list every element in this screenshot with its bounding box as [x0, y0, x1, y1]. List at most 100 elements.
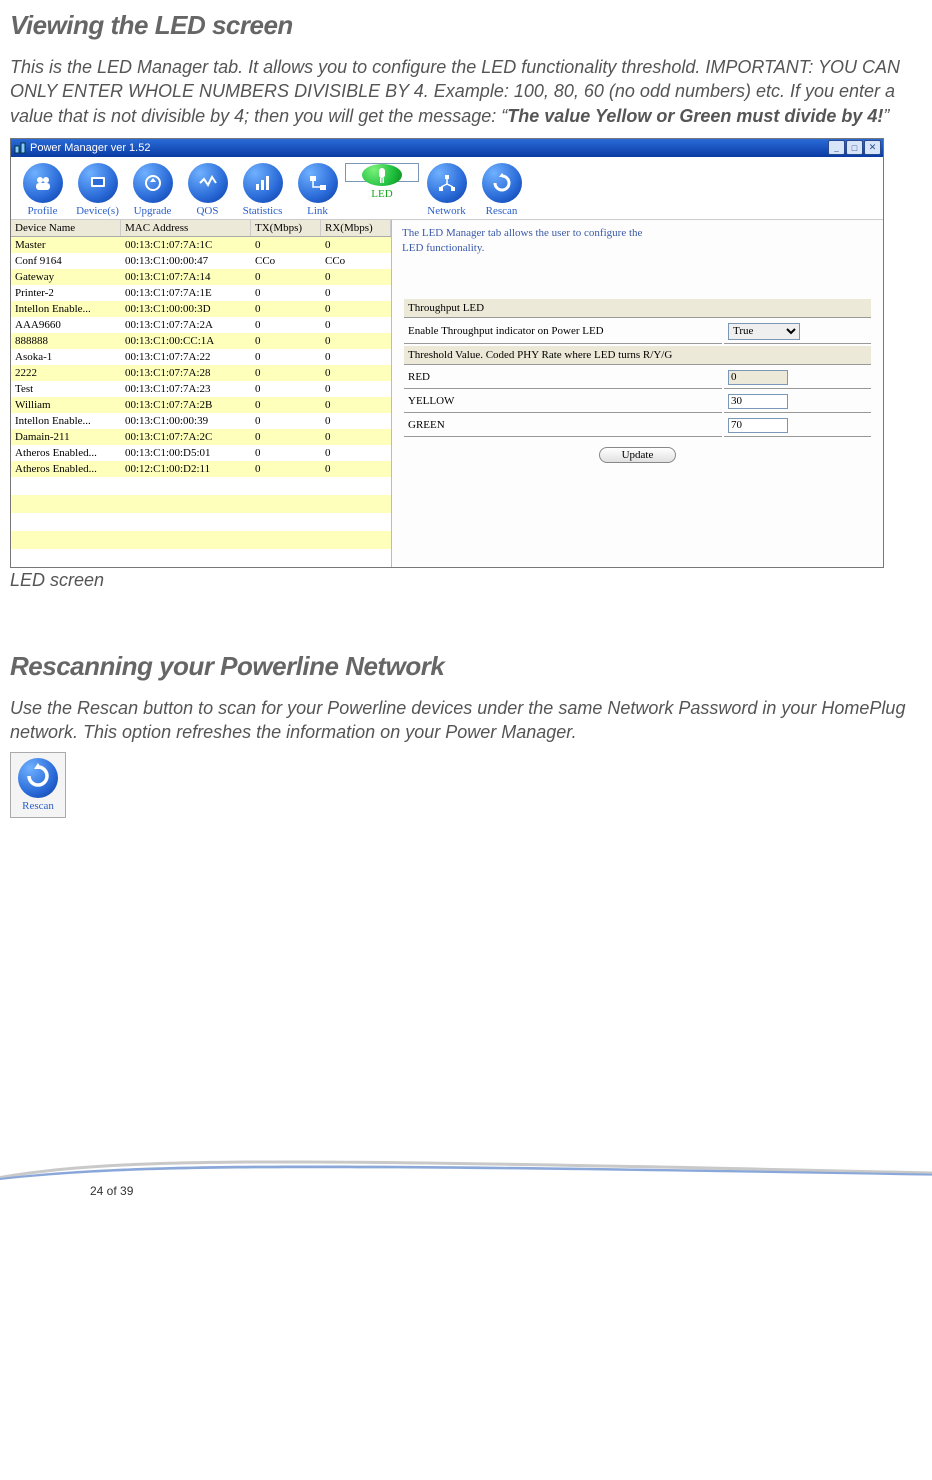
tab-upgrade[interactable]: Upgrade [125, 163, 180, 217]
tab-devices[interactable]: Device(s) [70, 163, 125, 217]
link-icon [307, 172, 329, 194]
para-rescan-c: button to scan for your Powerline device… [10, 698, 905, 742]
cell-name: AAA9660 [11, 317, 121, 333]
window-maximize-button[interactable]: □ [846, 140, 863, 155]
red-label: RED [404, 367, 722, 389]
tab-network[interactable]: Network [419, 163, 474, 217]
update-button[interactable]: Update [599, 447, 677, 463]
cell-name: Conf 9164 [11, 253, 121, 269]
table-row[interactable]: 222200:13:C1:07:7A:2800 [11, 365, 391, 381]
cell-tx: 0 [251, 381, 321, 397]
table-row[interactable]: Intellon Enable...00:13:C1:00:00:3900 [11, 413, 391, 429]
table-row[interactable]: Damain-21100:13:C1:07:7A:2C00 [11, 429, 391, 445]
table-row[interactable]: Atheros Enabled...00:12:C1:00:D2:1100 [11, 461, 391, 477]
cell-rx: 0 [321, 397, 391, 413]
table-row[interactable]: Asoka-100:13:C1:07:7A:2200 [11, 349, 391, 365]
toolbar: Profile Device(s) Upgrade QOS Statistics [11, 157, 883, 220]
col-header-tx[interactable]: TX(Mbps) [251, 220, 321, 236]
info-text: The LED Manager tab allows the user to c… [402, 226, 662, 257]
cell-tx: 0 [251, 349, 321, 365]
table-row[interactable]: Atheros Enabled...00:13:C1:00:D5:0100 [11, 445, 391, 461]
table-row[interactable]: Gateway00:13:C1:07:7A:1400 [11, 269, 391, 285]
para-led-intro: This is the LED Manager tab. It allows y… [10, 55, 922, 128]
table-row[interactable]: Printer-200:13:C1:07:7A:1E00 [11, 285, 391, 301]
window-minimize-button[interactable]: _ [828, 140, 845, 155]
cell-tx: 0 [251, 237, 321, 253]
tab-led[interactable]: LED [345, 163, 419, 182]
cell-tx: 0 [251, 365, 321, 381]
screenshot-led-manager: Power Manager ver 1.52 _ □ ✕ Profile Dev… [10, 138, 884, 568]
table-row[interactable]: Intellon Enable...00:13:C1:00:00:3D00 [11, 301, 391, 317]
col-header-name[interactable]: Device Name [11, 220, 121, 236]
tab-rescan[interactable]: Rescan [474, 163, 529, 217]
rescan-icon [491, 172, 513, 194]
tab-label: Upgrade [134, 205, 172, 217]
window-title: Power Manager ver 1.52 [30, 142, 828, 154]
table-row[interactable]: 88888800:13:C1:00:CC:1A00 [11, 333, 391, 349]
page-footer: 24 of 39 [10, 1158, 922, 1198]
table-row[interactable]: Master00:13:C1:07:7A:1C00 [11, 237, 391, 253]
cell-name: Printer-2 [11, 285, 121, 301]
qos-icon [197, 172, 219, 194]
cell-mac: 00:13:C1:07:7A:1C [121, 237, 251, 253]
cell-tx: CCo [251, 253, 321, 269]
table-row[interactable]: Test00:13:C1:07:7A:2300 [11, 381, 391, 397]
tab-label: Device(s) [76, 205, 119, 217]
table-row-blank [11, 495, 391, 513]
window-titlebar: Power Manager ver 1.52 _ □ ✕ [11, 139, 883, 157]
tab-label: LED [371, 188, 392, 200]
network-icon [436, 172, 458, 194]
para-led-intro-text-c: ” [883, 106, 889, 126]
tab-label: Network [427, 205, 466, 217]
cell-rx: 0 [321, 285, 391, 301]
cell-tx: 0 [251, 445, 321, 461]
figure-rescan-button: Rescan [10, 752, 66, 818]
tab-link[interactable]: Link [290, 163, 345, 217]
cell-tx: 0 [251, 333, 321, 349]
cell-mac: 00:13:C1:07:7A:1E [121, 285, 251, 301]
section-threshold: Threshold Value. Coded PHY Rate where LE… [404, 346, 871, 365]
cell-mac: 00:13:C1:00:00:39 [121, 413, 251, 429]
tab-profile[interactable]: Profile [15, 163, 70, 217]
table-row[interactable]: William00:13:C1:07:7A:2B00 [11, 397, 391, 413]
cell-name: Asoka-1 [11, 349, 121, 365]
cell-mac: 00:13:C1:00:00:47 [121, 253, 251, 269]
enable-throughput-select[interactable]: True [728, 323, 800, 340]
stats-icon [252, 172, 274, 194]
cell-rx: 0 [321, 429, 391, 445]
page-number: 24 of 39 [90, 1184, 133, 1198]
tab-statistics[interactable]: Statistics [235, 163, 290, 217]
green-label: GREEN [404, 415, 722, 437]
cell-mac: 00:13:C1:07:7A:2C [121, 429, 251, 445]
cell-mac: 00:13:C1:00:D5:01 [121, 445, 251, 461]
table-row[interactable]: AAA966000:13:C1:07:7A:2A00 [11, 317, 391, 333]
rescan-icon [25, 763, 51, 794]
cell-rx: 0 [321, 381, 391, 397]
cell-mac: 00:12:C1:00:D2:11 [121, 461, 251, 477]
cell-rx: 0 [321, 413, 391, 429]
rescan-button-graphic[interactable] [18, 758, 58, 798]
app-icon [13, 141, 27, 155]
green-input[interactable] [728, 418, 788, 433]
cell-rx: 0 [321, 333, 391, 349]
cell-name: 888888 [11, 333, 121, 349]
window-close-button[interactable]: ✕ [864, 140, 881, 155]
cell-rx: 0 [321, 269, 391, 285]
cell-tx: 0 [251, 301, 321, 317]
red-input[interactable] [728, 370, 788, 385]
tab-qos[interactable]: QOS [180, 163, 235, 217]
para-rescan-btnname: Rescan [77, 698, 138, 718]
yellow-input[interactable] [728, 394, 788, 409]
table-row-blank [11, 513, 391, 531]
heading-rescanning: Rescanning your Powerline Network [10, 651, 922, 682]
cell-mac: 00:13:C1:07:7A:23 [121, 381, 251, 397]
cell-tx: 0 [251, 461, 321, 477]
cell-name: Atheros Enabled... [11, 461, 121, 477]
table-row-blank [11, 549, 391, 567]
cell-rx: 0 [321, 237, 391, 253]
col-header-mac[interactable]: MAC Address [121, 220, 251, 236]
col-header-rx[interactable]: RX(Mbps) [321, 220, 391, 236]
tab-label: Statistics [243, 205, 283, 217]
table-row[interactable]: Conf 916400:13:C1:00:00:47CCoCCo [11, 253, 391, 269]
yellow-label: YELLOW [404, 391, 722, 413]
